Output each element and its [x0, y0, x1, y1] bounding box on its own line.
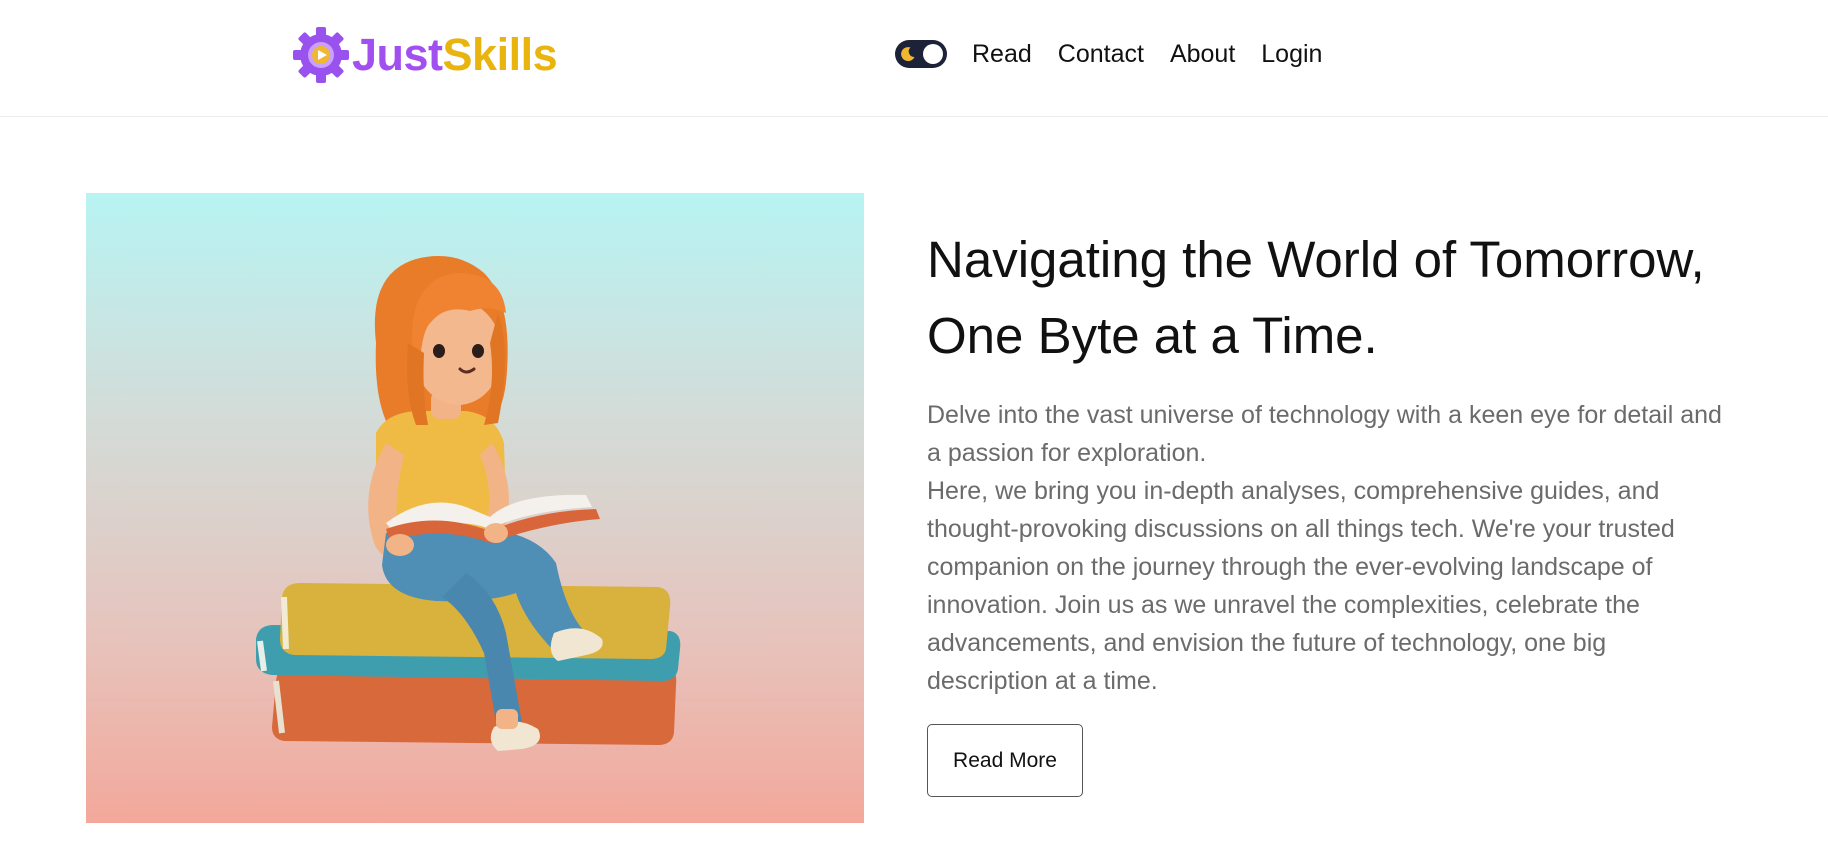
hero-description-body: Here, we bring you in-depth analyses, co… [927, 477, 1675, 695]
main-nav: Read Contact About Login [895, 34, 1322, 74]
moon-icon [901, 47, 915, 62]
nav-link-contact[interactable]: Contact [1058, 34, 1144, 74]
logo-text-just: Just [352, 29, 443, 80]
nav-link-about[interactable]: About [1170, 34, 1235, 74]
logo[interactable]: JustSkills [292, 26, 558, 84]
girl-reading-illustration [256, 256, 681, 751]
logo-text: JustSkills [352, 26, 558, 84]
hero-description: Delve into the vast universe of technolo… [927, 396, 1727, 700]
nav-link-read[interactable]: Read [972, 34, 1032, 74]
nav-link-login[interactable]: Login [1261, 34, 1322, 74]
logo-text-skills: Skills [442, 29, 558, 80]
read-more-button[interactable]: Read More [927, 724, 1083, 797]
hero-title: Navigating the World of Tomorrow, One By… [927, 231, 1705, 364]
hero-image [86, 193, 864, 823]
site-header: JustSkills Read Contact About Login [0, 0, 1828, 117]
theme-toggle[interactable] [895, 40, 947, 68]
hero-description-intro: Delve into the vast universe of technolo… [927, 401, 1722, 467]
toggle-knob [923, 44, 943, 64]
gear-play-icon [293, 27, 349, 83]
